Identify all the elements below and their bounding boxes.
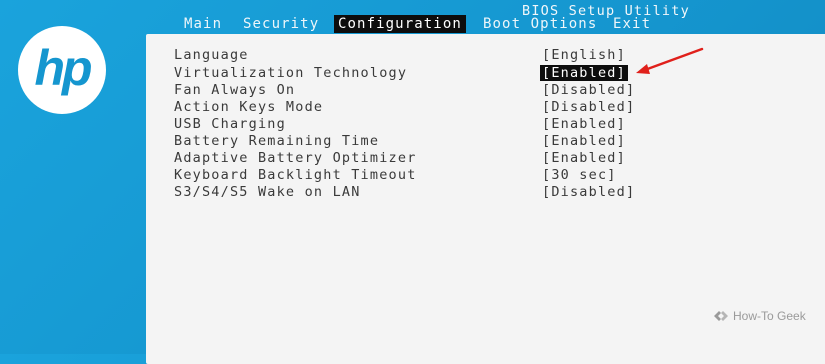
watermark: How-To Geek bbox=[713, 309, 806, 323]
setting-value[interactable]: [Disabled] bbox=[542, 82, 635, 98]
setting-adaptive-battery-optimizer[interactable]: Adaptive Battery Optimizer [Enabled] bbox=[174, 150, 644, 167]
setting-label: Battery Remaining Time bbox=[174, 133, 380, 149]
setting-value-selected[interactable]: [Enabled] bbox=[540, 65, 628, 81]
setting-value[interactable]: [Enabled] bbox=[542, 150, 626, 166]
tab-exit[interactable]: Exit bbox=[613, 15, 651, 33]
setting-usb-charging[interactable]: USB Charging [Enabled] bbox=[174, 116, 644, 133]
setting-label: Virtualization Technology bbox=[174, 65, 408, 81]
tab-security[interactable]: Security bbox=[243, 15, 319, 33]
tab-main[interactable]: Main bbox=[184, 15, 222, 33]
hp-logo-text: hp bbox=[34, 40, 92, 96]
setting-label: Keyboard Backlight Timeout bbox=[174, 167, 417, 183]
tab-boot-options[interactable]: Boot Options bbox=[483, 15, 597, 33]
setting-value[interactable]: [English] bbox=[542, 47, 626, 63]
setting-label: S3/S4/S5 Wake on LAN bbox=[174, 184, 361, 200]
setting-language[interactable]: Language [English] bbox=[174, 47, 644, 64]
tab-configuration[interactable]: Configuration bbox=[334, 15, 466, 33]
setting-fan-always-on[interactable]: Fan Always On [Disabled] bbox=[174, 82, 644, 99]
red-arrow-annotation bbox=[636, 47, 704, 74]
setting-battery-remaining-time[interactable]: Battery Remaining Time [Enabled] bbox=[174, 133, 644, 150]
setting-virtualization-technology[interactable]: Virtualization Technology [Enabled] bbox=[174, 65, 644, 82]
setting-value[interactable]: [Enabled] bbox=[542, 116, 626, 132]
setting-value[interactable]: [Disabled] bbox=[542, 184, 635, 200]
setting-label: Language bbox=[174, 47, 249, 63]
hp-logo: hp bbox=[18, 26, 106, 114]
watermark-text: How-To Geek bbox=[733, 309, 806, 323]
setting-value[interactable]: [30 sec] bbox=[542, 167, 617, 183]
setting-action-keys-mode[interactable]: Action Keys Mode [Disabled] bbox=[174, 99, 644, 116]
setting-value[interactable]: [Enabled] bbox=[542, 133, 626, 149]
setting-label: USB Charging bbox=[174, 116, 286, 132]
setting-label: Action Keys Mode bbox=[174, 99, 324, 115]
setting-value[interactable]: [Disabled] bbox=[542, 99, 635, 115]
htg-logo-icon bbox=[714, 311, 728, 321]
setting-keyboard-backlight-timeout[interactable]: Keyboard Backlight Timeout [30 sec] bbox=[174, 167, 644, 184]
setting-wake-on-lan[interactable]: S3/S4/S5 Wake on LAN [Disabled] bbox=[174, 184, 644, 201]
setting-label: Adaptive Battery Optimizer bbox=[174, 150, 417, 166]
setting-label: Fan Always On bbox=[174, 82, 296, 98]
